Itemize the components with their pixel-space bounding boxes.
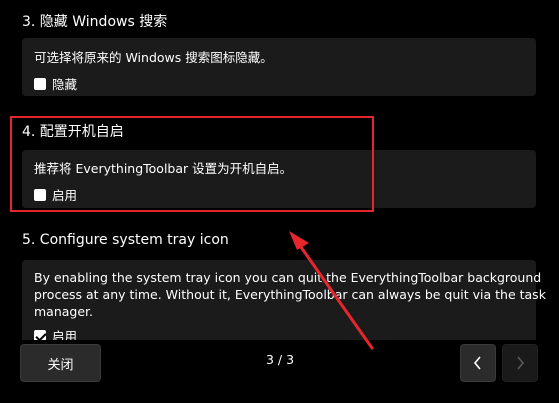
chevron-left-icon <box>473 356 481 370</box>
checkbox-label: 隐藏 <box>52 77 78 92</box>
next-page-button[interactable] <box>502 344 538 382</box>
section-description: 可选择将原来的 Windows 搜索图标隐藏。 <box>34 50 273 65</box>
section-description-line-3: manager. <box>34 304 94 319</box>
section-card-tray-icon: By enabling the system tray icon you can… <box>22 260 546 346</box>
page-indicator: 3 / 3 <box>266 352 295 367</box>
checkbox-box[interactable] <box>34 77 46 90</box>
checkbox-box[interactable] <box>34 188 46 201</box>
close-button-label: 关闭 <box>47 357 74 373</box>
section-heading-tray-icon: 5. Configure system tray icon <box>22 232 229 248</box>
section-description-line-1: By enabling the system tray icon you can… <box>34 270 542 285</box>
hide-search-checkbox[interactable]: 隐藏 <box>34 74 77 93</box>
chevron-right-icon <box>517 356 525 370</box>
section-description: 推荐将 EverythingToolbar 设置为开机自启。 <box>34 161 293 176</box>
close-button[interactable]: 关闭 <box>20 344 101 382</box>
section-heading-autostart: 4. 配置开机自启 <box>22 124 124 140</box>
section-heading-hide-search: 3. 隐藏 Windows 搜索 <box>22 14 168 30</box>
previous-page-button[interactable] <box>460 344 496 382</box>
section-description-line-2: process at any time. Without it, Everyth… <box>34 287 546 302</box>
section-card-hide-search: 可选择将原来的 Windows 搜索图标隐藏。 隐藏 <box>22 38 536 96</box>
checkbox-label: 启用 <box>52 188 78 203</box>
section-card-autostart: 推荐将 EverythingToolbar 设置为开机自启。 启用 <box>22 150 536 208</box>
autostart-checkbox[interactable]: 启用 <box>34 185 77 204</box>
